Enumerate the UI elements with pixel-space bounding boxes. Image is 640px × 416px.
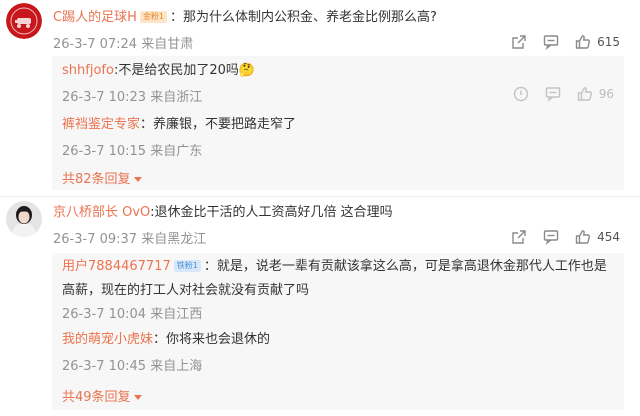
reply-meta: 26-3-7 10:23 来自浙江 xyxy=(62,90,203,105)
user-avatar-photo-icon xyxy=(6,201,42,237)
reply-text: ：你将来也会退休的 xyxy=(153,332,271,347)
reply-box: shhfjofo:不是给农民加了20吗🤔 26-3-7 10:23 来自浙江 9… xyxy=(52,56,624,190)
fan-badge: 金粉1 xyxy=(139,11,167,23)
reply-box: 用户7884467717 铁粉1 ：就是，说老一辈有贡献该拿这么高，可是拿高退休金那… xyxy=(52,253,624,410)
iron-fan-badge: 铁粉1 xyxy=(173,260,201,272)
comment-username[interactable]: C踢人的足球H xyxy=(53,10,137,25)
reply-text: ：养廉银，不要把路走窄了 xyxy=(140,117,297,132)
arsenal-logo-icon xyxy=(6,3,42,39)
comment-text: :退休金比干活的人工资高好几倍 这合理吗 xyxy=(150,205,393,220)
like-button[interactable]: 96 xyxy=(577,86,614,102)
avatar[interactable] xyxy=(6,3,42,39)
thinking-emoji-icon: 🤔 xyxy=(238,63,256,78)
reply-username[interactable]: 用户7884467717 xyxy=(62,259,171,274)
comment-button[interactable] xyxy=(543,229,559,245)
comment-meta: 26-3-7 07:24 来自甘肃 xyxy=(53,37,194,52)
share-button[interactable] xyxy=(511,229,527,245)
reply-meta: 26-3-7 10:15 来自广东 xyxy=(62,144,203,159)
reply-username[interactable]: 裤裆鉴定专家 xyxy=(62,117,140,132)
comment-icon xyxy=(543,35,559,50)
share-icon xyxy=(512,35,526,49)
comment-line: C踢人的足球H 金粉1 ：那为什么体制内公积金、养老金比例那么高? xyxy=(53,9,437,27)
avatar[interactable] xyxy=(6,201,42,237)
reply-meta: 26-3-7 10:45 来自上海 xyxy=(62,359,203,374)
reply-meta: 26-3-7 10:04 来自江西 xyxy=(62,307,203,322)
more-replies-label: 共49条回复 xyxy=(62,390,131,405)
chevron-down-icon xyxy=(133,395,142,400)
share-icon xyxy=(512,230,526,244)
reply-line: shhfjofo:不是给农民加了20吗🤔 xyxy=(62,62,255,80)
comment-button[interactable] xyxy=(543,34,559,50)
comment-username[interactable]: 京八桥部长 OvO xyxy=(53,205,150,220)
comment-line: 京八桥部长 OvO:退休金比干活的人工资高好几倍 这合理吗 xyxy=(53,204,393,222)
like-count: 454 xyxy=(597,230,620,244)
like-count: 96 xyxy=(598,87,614,101)
reply-username[interactable]: shhfjofo xyxy=(62,63,114,78)
divider xyxy=(0,196,640,197)
reply-username[interactable]: 我的萌宠小虎妹 xyxy=(62,332,153,347)
like-button[interactable]: 615 xyxy=(575,34,620,50)
reply-actions: 96 xyxy=(513,84,614,104)
comment-text: ：那为什么体制内公积金、养老金比例那么高? xyxy=(169,10,437,25)
more-replies-label: 共82条回复 xyxy=(62,172,131,187)
comment-icon xyxy=(545,87,560,102)
reply-text: :不是给农民加了20吗 xyxy=(113,63,239,78)
comment-icon xyxy=(543,230,559,245)
comment-actions: 615 xyxy=(511,32,620,52)
chevron-down-icon xyxy=(133,177,142,182)
like-icon xyxy=(575,230,591,244)
reply-line: 裤裆鉴定专家：养廉银，不要把路走窄了 xyxy=(62,116,296,134)
like-count: 615 xyxy=(597,35,620,49)
reply-line: 用户7884467717 铁粉1 ：就是，说老一辈有贡献该拿这么高，可是拿高退休金那… xyxy=(62,255,618,303)
like-button[interactable]: 454 xyxy=(575,229,620,245)
comment-meta: 26-3-7 09:37 来自黑龙江 xyxy=(53,232,207,247)
report-button[interactable] xyxy=(513,86,529,102)
reply-line: 我的萌宠小虎妹：你将来也会退休的 xyxy=(62,331,270,349)
more-replies-link[interactable]: 共49条回复 xyxy=(62,386,142,405)
more-replies-link[interactable]: 共82条回复 xyxy=(62,168,142,187)
like-icon xyxy=(577,87,592,101)
comment-button[interactable] xyxy=(545,86,561,102)
comment-actions: 454 xyxy=(511,227,620,247)
report-icon xyxy=(513,86,528,102)
like-icon xyxy=(575,35,591,49)
share-button[interactable] xyxy=(511,34,527,50)
